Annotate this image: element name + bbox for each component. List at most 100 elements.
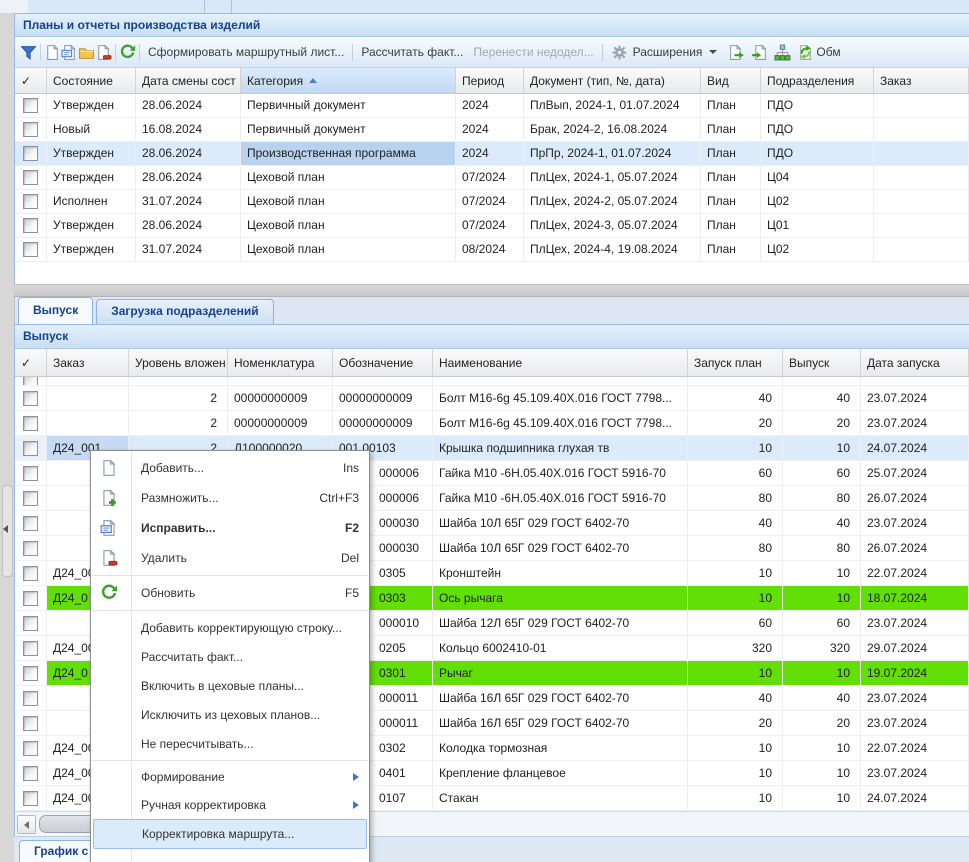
plans-col-date[interactable]: Дата смены сост xyxy=(136,68,241,93)
plans-col-period[interactable]: Период xyxy=(456,68,524,93)
menu-item[interactable]: ОбновитьF5 xyxy=(91,578,369,608)
plans-col-doc[interactable]: Документ (тип, №, дата) xyxy=(524,68,701,93)
open-folder-icon[interactable] xyxy=(78,44,95,61)
plans-col-check[interactable]: ✓ xyxy=(15,68,47,93)
row-checkbox[interactable] xyxy=(23,766,38,781)
menu-item[interactable]: Ручная корректировка xyxy=(91,791,369,819)
menu-item[interactable]: Рассчитать факт... xyxy=(91,642,369,671)
submenu-arrow-icon xyxy=(353,801,359,809)
row-checkbox[interactable] xyxy=(23,741,38,756)
menu-item[interactable]: Включить в цеховые планы... xyxy=(91,671,369,700)
row-checkbox[interactable] xyxy=(23,591,38,606)
cell-date: 23.07.2024 xyxy=(861,761,969,785)
row-checkbox[interactable] xyxy=(23,691,38,706)
row-checkbox[interactable] xyxy=(23,98,38,113)
row-select-cell xyxy=(15,214,47,237)
menu-item[interactable]: Добавить...Ins xyxy=(91,453,369,483)
output-col-plan[interactable]: Запуск план xyxy=(688,349,783,376)
output-col-date[interactable]: Дата запуска xyxy=(861,349,969,376)
output-col-check[interactable]: ✓ xyxy=(15,349,47,376)
output-table-row[interactable]: Д24_000000000000 xyxy=(15,377,969,386)
exchange-button[interactable]: Обм xyxy=(814,42,845,62)
form-route-sheet-button[interactable]: Сформировать маршрутный лист... xyxy=(143,42,349,62)
cell-order xyxy=(874,190,969,213)
toolbar-separator xyxy=(602,44,603,61)
tab-zagruzka-podrazdeleniy[interactable]: Загрузка подразделений xyxy=(96,299,273,324)
plans-table-row[interactable]: Утвержден28.06.2024Цеховой план07/2024Пл… xyxy=(15,166,969,190)
collapse-left-icon[interactable] xyxy=(3,525,8,533)
row-select-cell xyxy=(15,377,47,385)
menu-item[interactable]: Корректировка маршрута... xyxy=(93,819,367,849)
row-checkbox[interactable] xyxy=(23,170,38,185)
row-checkbox[interactable] xyxy=(23,466,38,481)
plans-table-row[interactable]: Утвержден28.06.2024Цеховой план07/2024Пл… xyxy=(15,214,969,238)
plans-col-kind[interactable]: Вид xyxy=(701,68,761,93)
export-doc-icon[interactable] xyxy=(728,44,745,61)
plans-table-row[interactable]: Утвержден28.06.2024Первичный документ202… xyxy=(15,94,969,118)
plans-col-dept[interactable]: Подразделения xyxy=(761,68,874,93)
plans-table-row[interactable]: Утвержден28.06.2024Производственная прог… xyxy=(15,142,969,166)
row-checkbox[interactable] xyxy=(23,791,38,806)
row-checkbox[interactable] xyxy=(23,516,38,531)
row-checkbox[interactable] xyxy=(23,146,38,161)
output-col-nomen[interactable]: Номенклатура xyxy=(228,349,333,376)
plans-table-row[interactable]: Исполнен31.07.2024Цеховой план07/2024ПлЦ… xyxy=(15,190,969,214)
row-checkbox[interactable] xyxy=(23,541,38,556)
row-checkbox[interactable] xyxy=(23,377,38,385)
menu-item[interactable]: Исключить из цеховых планов... xyxy=(91,700,369,729)
output-col-name[interactable]: Наименование xyxy=(433,349,688,376)
filter-icon[interactable] xyxy=(20,44,37,61)
menu-item[interactable]: Добавить корректирующую строку... xyxy=(91,613,369,642)
row-checkbox[interactable] xyxy=(23,491,38,506)
delete-doc-icon[interactable] xyxy=(95,44,112,61)
row-checkbox[interactable] xyxy=(23,616,38,631)
row-checkbox[interactable] xyxy=(23,641,38,656)
row-checkbox[interactable] xyxy=(23,666,38,681)
cell-text: Стакан xyxy=(439,791,479,805)
horizontal-splitter[interactable] xyxy=(14,284,969,297)
output-col-out[interactable]: Выпуск xyxy=(783,349,861,376)
edit-doc-icon[interactable] xyxy=(61,44,78,61)
plans-col-state[interactable]: Состояние xyxy=(47,68,136,93)
row-checkbox[interactable] xyxy=(23,716,38,731)
row-checkbox[interactable] xyxy=(23,441,38,456)
output-col-level[interactable]: Уровень вложен xyxy=(129,349,228,376)
exchange-icon[interactable] xyxy=(797,44,814,61)
cell-kind: План xyxy=(701,166,761,189)
cell-text: Гайка М10 -6Н.05.40Х.016 ГОСТ 5916-70 xyxy=(439,491,666,505)
move-backlog-button[interactable]: Перенести недодел... xyxy=(468,42,598,62)
output-table-row[interactable]: 20000000000900000000009Болт М16-6g 45.10… xyxy=(15,411,969,436)
row-checkbox[interactable] xyxy=(23,566,38,581)
menu-item[interactable]: Не пересчитывать... xyxy=(91,729,369,758)
add-doc-icon[interactable] xyxy=(44,44,61,61)
menu-item-label: Ручная корректировка xyxy=(141,798,266,812)
plans-col-category[interactable]: Категория xyxy=(241,68,456,93)
refresh-icon[interactable] xyxy=(119,44,136,61)
sort-asc-icon xyxy=(309,78,317,83)
output-col-order[interactable]: Заказ xyxy=(47,349,129,376)
menu-item[interactable]: Формирование xyxy=(91,763,369,791)
tab-vypusk[interactable]: Выпуск xyxy=(18,297,93,324)
calc-fact-button[interactable]: Рассчитать факт... xyxy=(356,42,468,62)
row-checkbox[interactable] xyxy=(23,416,38,431)
menu-item[interactable]: Исправить...F2 xyxy=(91,513,369,543)
row-checkbox[interactable] xyxy=(23,194,38,209)
menu-item[interactable]: Размножить...Ctrl+F3 xyxy=(91,483,369,513)
output-table-row[interactable]: 20000000000900000000009Болт М16-6g 45.10… xyxy=(15,386,969,411)
plans-table-row[interactable]: Утвержден31.07.2024Цеховой план08/2024Пл… xyxy=(15,238,969,262)
hierarchy-icon[interactable] xyxy=(774,44,791,61)
menu-item[interactable]: УдалитьDel xyxy=(91,543,369,573)
cell-text: 00000000009 xyxy=(234,416,307,430)
import-doc-icon[interactable] xyxy=(751,44,768,61)
row-checkbox[interactable] xyxy=(23,391,38,406)
row-checkbox[interactable] xyxy=(23,122,38,137)
extensions-button[interactable]: Расширения xyxy=(606,41,723,64)
row-checkbox[interactable] xyxy=(23,242,38,257)
output-col-sign[interactable]: Обозначение xyxy=(333,349,433,376)
left-splitter[interactable] xyxy=(0,13,15,862)
scroll-left-button[interactable] xyxy=(17,815,36,834)
plans-table-row[interactable]: Новый16.08.2024Первичный документ2024Бра… xyxy=(15,118,969,142)
plans-col-order[interactable]: Заказ xyxy=(874,68,969,93)
cell-text: 10 xyxy=(837,741,850,755)
row-checkbox[interactable] xyxy=(23,218,38,233)
